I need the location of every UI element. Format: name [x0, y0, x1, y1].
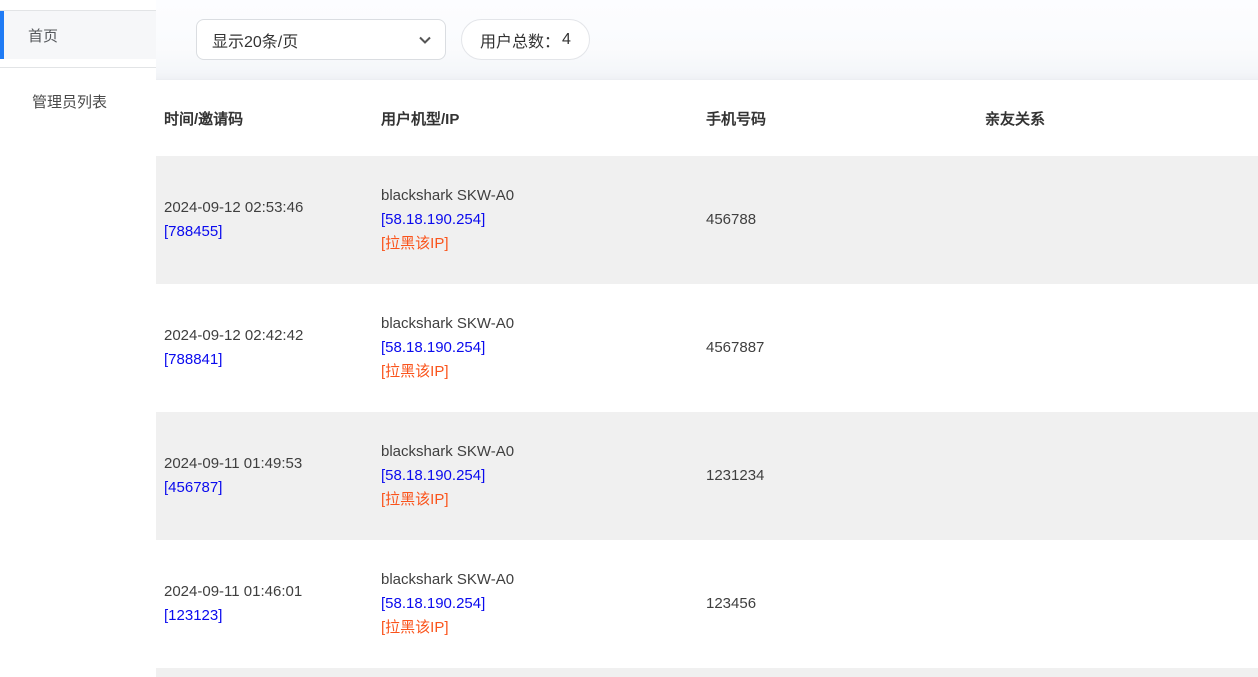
sidebar-item-admin-list[interactable]: 管理员列表 — [0, 77, 156, 125]
user-table: 时间/邀请码 用户机型/IP 手机号码 亲友关系 2024-09-12 02:5… — [156, 80, 1258, 677]
time-invite-cell: 2024-09-12 02:42:42 [788841] — [164, 324, 381, 372]
table-row: 2024-09-11 01:49:53 [456787] blackshark … — [156, 412, 1258, 540]
invite-code-link[interactable]: [788455] — [164, 220, 222, 244]
page-size-select[interactable]: 显示20条/页 — [196, 19, 446, 60]
phone-cell: 1231234 — [706, 464, 985, 488]
sidebar-divider — [0, 67, 156, 68]
ip-link[interactable]: [58.18.190.254] — [381, 336, 485, 360]
ip-link[interactable]: [58.18.190.254] — [381, 208, 485, 232]
sidebar-item-home-label: 首页 — [28, 25, 58, 46]
user-total-badge: 用户总数： 4 — [461, 19, 590, 60]
table-row: 2024-09-11 01:46:01 [123123] blackshark … — [156, 540, 1258, 668]
app-root: 首页 管理员列表 显示20条/页 用户总数： 4 时间/邀请码 用户机型/IP … — [0, 0, 1258, 677]
time-invite-cell: 2024-09-11 01:49:53 [456787] — [164, 452, 381, 500]
row-phone: 4567887 — [706, 339, 764, 356]
chevron-down-icon — [418, 33, 432, 47]
phone-cell: 4567887 — [706, 336, 985, 360]
phone-cell: 123456 — [706, 592, 985, 616]
device-ip-cell: blackshark SKW-A0 [58.18.190.254] [拉黑该IP… — [381, 312, 706, 384]
time-invite-cell: 2024-09-12 02:53:46 [788455] — [164, 196, 381, 244]
row-time: 2024-09-11 01:49:53 — [164, 452, 381, 476]
page-size-selected-value: 显示20条/页 — [212, 28, 298, 52]
time-invite-cell: 2024-09-11 01:46:01 [123123] — [164, 580, 381, 628]
ip-link[interactable]: [58.18.190.254] — [381, 592, 485, 616]
row-device: blackshark SKW-A0 — [381, 184, 706, 208]
block-ip-link[interactable]: [拉黑该IP] — [381, 488, 449, 512]
row-phone: 123456 — [706, 595, 756, 612]
row-phone: 456788 — [706, 211, 756, 228]
row-device: blackshark SKW-A0 — [381, 440, 706, 464]
invite-code-link[interactable]: [788841] — [164, 348, 222, 372]
sidebar-item-admin-list-label: 管理员列表 — [32, 91, 107, 112]
row-time: 2024-09-12 02:42:42 — [164, 324, 381, 348]
row-phone: 1231234 — [706, 467, 764, 484]
phone-cell: 456788 — [706, 208, 985, 232]
device-ip-cell: blackshark SKW-A0 [58.18.190.254] [拉黑该IP… — [381, 440, 706, 512]
table-header: 时间/邀请码 用户机型/IP 手机号码 亲友关系 — [156, 80, 1258, 156]
row-device: blackshark SKW-A0 — [381, 312, 706, 336]
block-ip-link[interactable]: [拉黑该IP] — [381, 232, 449, 256]
toolbar: 显示20条/页 用户总数： 4 — [156, 0, 1258, 80]
ip-link[interactable]: [58.18.190.254] — [381, 464, 485, 488]
row-time: 2024-09-12 02:53:46 — [164, 196, 381, 220]
main-content: 显示20条/页 用户总数： 4 时间/邀请码 用户机型/IP 手机号码 亲友关系… — [156, 0, 1258, 677]
block-ip-link[interactable]: [拉黑该IP] — [381, 616, 449, 640]
row-device: blackshark SKW-A0 — [381, 568, 706, 592]
table-row: 2024-09-12 02:42:42 [788841] blackshark … — [156, 284, 1258, 412]
device-ip-cell: blackshark SKW-A0 [58.18.190.254] [拉黑该IP… — [381, 184, 706, 256]
column-header-phone: 手机号码 — [706, 108, 985, 129]
column-header-device-ip: 用户机型/IP — [381, 108, 706, 129]
user-total-value: 4 — [562, 31, 571, 49]
table-row: 2024-09-12 02:53:46 [788455] blackshark … — [156, 156, 1258, 284]
row-time: 2024-09-11 01:46:01 — [164, 580, 381, 604]
user-total-label: 用户总数： — [480, 28, 560, 52]
table-row-partial — [156, 668, 1258, 677]
column-header-time-invite: 时间/邀请码 — [164, 108, 381, 129]
sidebar: 首页 管理员列表 — [0, 0, 156, 677]
block-ip-link[interactable]: [拉黑该IP] — [381, 360, 449, 384]
sidebar-item-home[interactable]: 首页 — [0, 11, 156, 59]
device-ip-cell: blackshark SKW-A0 [58.18.190.254] [拉黑该IP… — [381, 568, 706, 640]
column-header-relation: 亲友关系 — [985, 108, 1258, 129]
invite-code-link[interactable]: [456787] — [164, 476, 222, 500]
invite-code-link[interactable]: [123123] — [164, 604, 222, 628]
